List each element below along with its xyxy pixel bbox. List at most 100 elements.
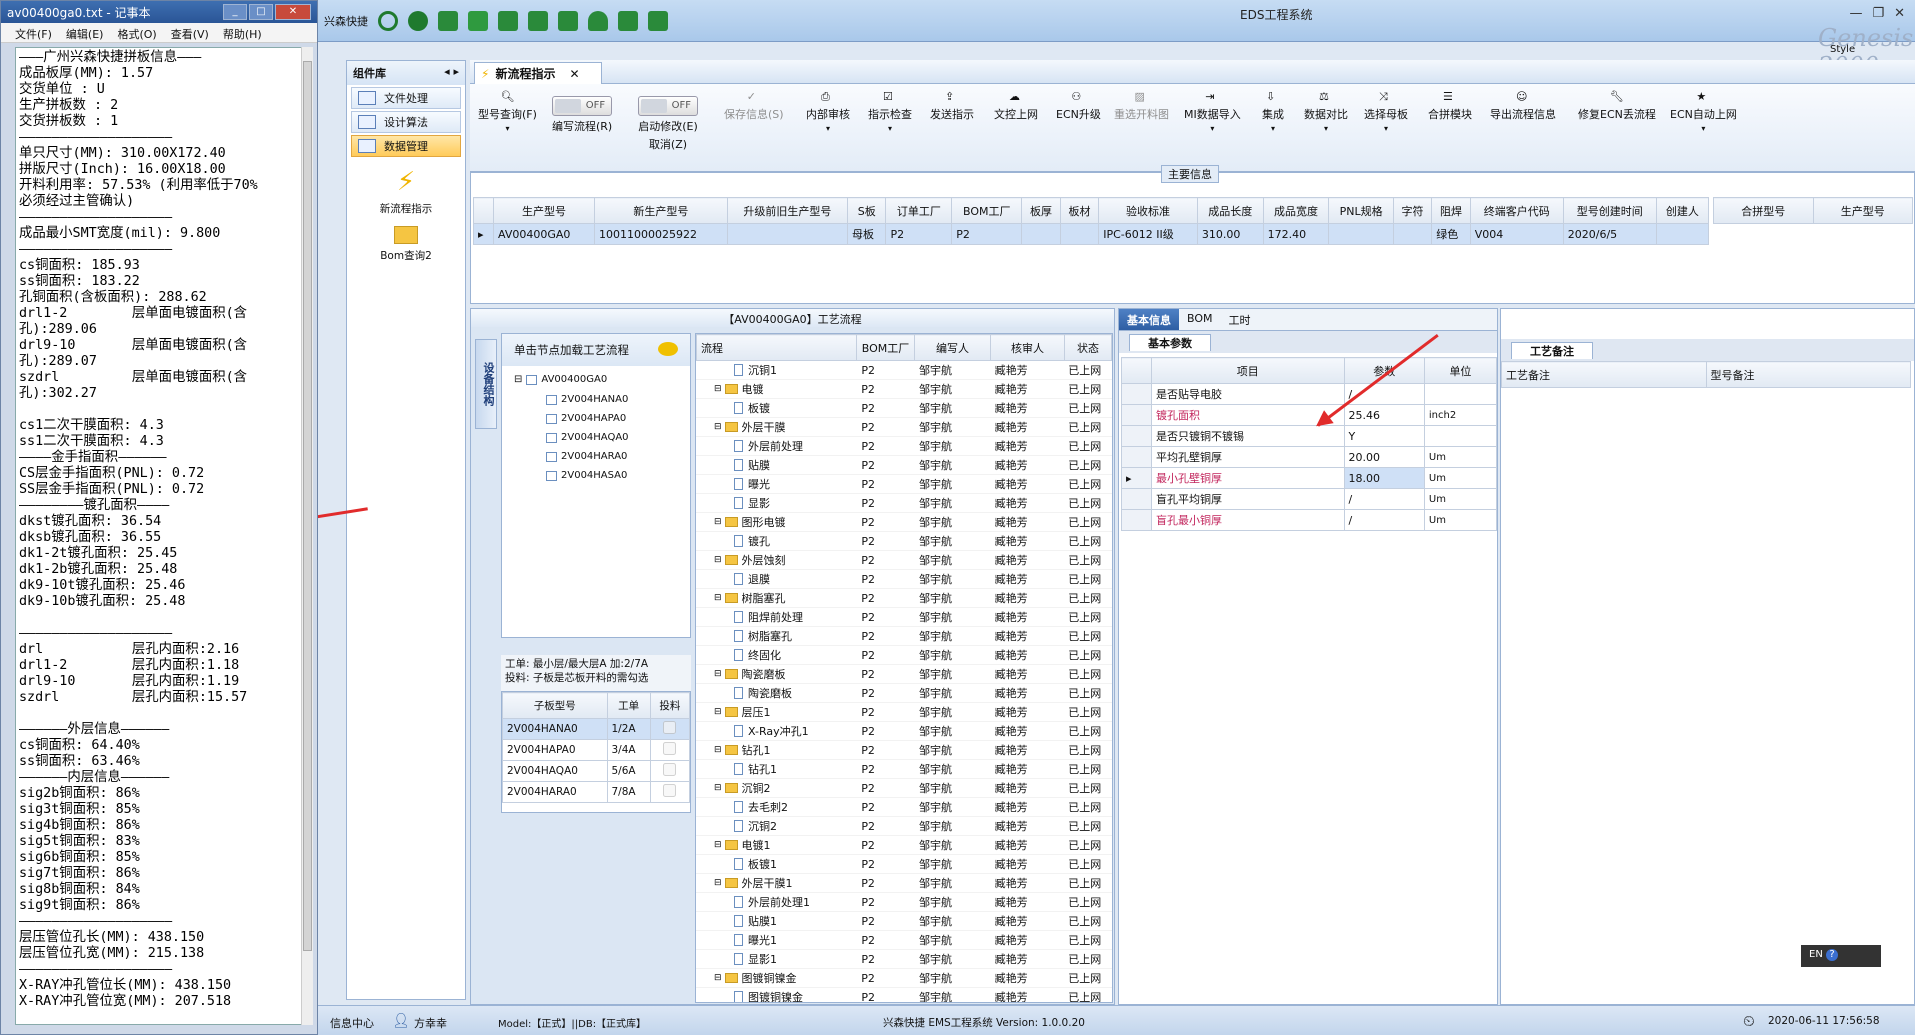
dropdown-icon[interactable]: ▾: [1384, 124, 1388, 133]
column-header[interactable]: 新生产型号: [593, 197, 728, 224]
list-icon[interactable]: [558, 10, 578, 31]
checkbox[interactable]: [663, 742, 677, 755]
write-flow-toggle[interactable]: OFF 编写流程(R): [552, 96, 612, 134]
column-header[interactable]: BOM工厂: [856, 334, 915, 361]
dropdown-icon[interactable]: ▾: [826, 124, 830, 133]
flow-row[interactable]: 阻焊前处理 P2 邹宇航 臧艳芳 已上网: [696, 608, 1112, 627]
globe-icon[interactable]: [408, 10, 428, 31]
app-minimize-icon[interactable]: —: [1849, 6, 1862, 21]
checkbox[interactable]: [663, 763, 677, 776]
table-row[interactable]: ▸ 最小孔壁铜厚 18.00 Um: [1121, 467, 1498, 489]
flow-row[interactable]: ⊟ 陶瓷磨板 P2 邹宇航 臧艳芳 已上网: [696, 665, 1112, 684]
column-header[interactable]: BOM工厂: [951, 197, 1023, 224]
app-close-icon[interactable]: ✕: [1894, 6, 1905, 21]
flow-row[interactable]: 沉铜1 P2 邹宇航 臧艳芳 已上网: [696, 361, 1112, 380]
comp-design-algorithm[interactable]: 设计算法: [351, 111, 461, 133]
expand-icon[interactable]: ⊟: [714, 973, 722, 983]
flow-row[interactable]: 树脂塞孔 P2 邹宇航 臧艳芳 已上网: [696, 627, 1112, 646]
ecn-upgrade-button[interactable]: ⚇ ECN升级: [1056, 90, 1101, 122]
cell[interactable]: 7/8A: [606, 781, 651, 803]
cell[interactable]: 2V004HAPA0: [502, 739, 608, 761]
column-header[interactable]: 核审人: [990, 334, 1065, 361]
dropdown-icon[interactable]: ▾: [1210, 124, 1214, 133]
tab-close-icon[interactable]: ✕: [569, 67, 579, 81]
export-flow-button[interactable]: ☺ 导出流程信息: [1490, 90, 1556, 122]
cell[interactable]: V004: [1469, 223, 1564, 245]
tree-root[interactable]: ⊟ AV00400GA0: [514, 374, 607, 385]
chart-icon[interactable]: [618, 10, 638, 31]
flow-row[interactable]: 外层前处理 P2 邹宇航 臧艳芳 已上网: [696, 437, 1112, 456]
table-row[interactable]: 平均孔壁铜厚 20.00 Um: [1121, 446, 1498, 468]
column-header[interactable]: 字符: [1392, 197, 1433, 224]
tree-child[interactable]: 2V004HAQA0: [546, 432, 629, 443]
monitor-icon[interactable]: [648, 10, 668, 31]
expand-icon[interactable]: ⊟: [714, 878, 722, 888]
menu-edit[interactable]: 编辑(E): [66, 26, 104, 41]
column-header[interactable]: 成品长度: [1196, 197, 1264, 224]
copy-icon[interactable]: [528, 10, 548, 31]
cell[interactable]: 2V004HAQA0: [502, 760, 608, 782]
tab-work-hours[interactable]: 工时: [1221, 309, 1259, 330]
tree-child[interactable]: 2V004HASA0: [546, 470, 627, 481]
flow-row[interactable]: 终固化 P2 邹宇航 臧艳芳 已上网: [696, 646, 1112, 665]
close-icon[interactable]: ✕: [275, 4, 311, 20]
notepad-scrollbar[interactable]: [301, 47, 313, 1025]
table-row[interactable]: 2V004HAQA0 5/6A: [502, 760, 691, 782]
comp-data-management[interactable]: 数据管理: [351, 135, 461, 157]
column-header[interactable]: 升级前旧生产型号: [726, 197, 849, 224]
flow-row[interactable]: ⊟ 树脂塞孔 P2 邹宇航 臧艳芳 已上网: [696, 589, 1112, 608]
table-row[interactable]: 盲孔最小铜厚 / Um: [1121, 509, 1498, 531]
cell[interactable]: [649, 760, 691, 782]
cell[interactable]: 10011000025922: [593, 223, 728, 245]
cell[interactable]: 1/2A: [606, 718, 651, 740]
column-header[interactable]: 生产型号: [493, 197, 595, 224]
param-value[interactable]: /: [1343, 509, 1425, 531]
tab-new-flow[interactable]: ⚡ 新流程指示 ✕: [474, 62, 602, 84]
param-value[interactable]: 20.00: [1343, 446, 1425, 468]
notepad-text[interactable]: ———广州兴森快捷拼板信息——— 成品板厚(MM): 1.57 交货单位 : U…: [15, 47, 305, 1025]
new-flow-button[interactable]: ⚡ 新流程指示: [347, 167, 465, 216]
toggle-switch[interactable]: OFF: [638, 96, 698, 116]
search-icon[interactable]: [378, 10, 398, 31]
doc-control-upload-button[interactable]: ☁ 文控上网: [994, 90, 1038, 122]
tree-child[interactable]: 2V004HARA0: [546, 451, 627, 462]
mi-import-button[interactable]: ⇥ MI数据导入 ▾: [1184, 90, 1241, 133]
checkbox[interactable]: [663, 721, 677, 734]
cell[interactable]: [1392, 223, 1433, 245]
model-query-button[interactable]: 🔍︎ 型号查询(F) ▾: [478, 90, 537, 133]
column-header[interactable]: 合拼型号: [1713, 197, 1814, 224]
column-header[interactable]: 子板型号: [502, 692, 608, 719]
menu-format[interactable]: 格式(O): [117, 26, 156, 41]
column-header[interactable]: 终端客户代码: [1469, 197, 1564, 224]
table-row[interactable]: 镀孔面积 25.46 inch2: [1121, 404, 1498, 426]
expand-icon[interactable]: ⊟: [714, 593, 722, 603]
table-row[interactable]: ▸ AV00400GA0 10011000025922 母板 P2 P2 IPC-6012 …: [473, 223, 1710, 245]
film-icon[interactable]: [498, 10, 518, 31]
dropdown-icon[interactable]: ▾: [888, 124, 892, 133]
column-header[interactable]: 生产型号: [1812, 197, 1913, 224]
flow-row[interactable]: 去毛刺2 P2 邹宇航 臧艳芳 已上网: [696, 798, 1112, 817]
expand-icon[interactable]: ⊟: [714, 783, 722, 793]
column-header[interactable]: 工单: [606, 692, 651, 719]
flow-row[interactable]: ⊟ 图形电镀 P2 邹宇航 臧艳芳 已上网: [696, 513, 1112, 532]
expand-icon[interactable]: ⊟: [714, 707, 722, 717]
column-header[interactable]: 阻焊: [1431, 197, 1471, 224]
column-header[interactable]: 型号备注: [1705, 361, 1911, 388]
cell[interactable]: [1059, 223, 1100, 245]
column-header[interactable]: S板: [847, 197, 887, 224]
cancel-label[interactable]: 取消(Z): [649, 136, 687, 152]
expand-icon[interactable]: ⊟: [714, 384, 722, 394]
scissors-icon[interactable]: [468, 10, 488, 31]
cell[interactable]: [726, 223, 849, 245]
table-row[interactable]: 2V004HANA0 1/2A: [502, 718, 691, 740]
column-header[interactable]: 验收标准: [1098, 197, 1198, 224]
column-header[interactable]: 工艺备注: [1501, 361, 1707, 388]
cell[interactable]: 5/6A: [606, 760, 651, 782]
flow-row[interactable]: 贴膜1 P2 邹宇航 臧艳芳 已上网: [696, 912, 1112, 931]
select-motherboard-button[interactable]: ⤨ 选择母板 ▾: [1364, 90, 1408, 133]
menu-file[interactable]: 文件(F): [15, 26, 52, 41]
table-row[interactable]: 盲孔平均铜厚 / Um: [1121, 488, 1498, 510]
toggle-switch[interactable]: OFF: [552, 96, 613, 116]
app-maximize-icon[interactable]: ❐: [1872, 6, 1884, 21]
column-header[interactable]: 状态: [1064, 334, 1112, 361]
